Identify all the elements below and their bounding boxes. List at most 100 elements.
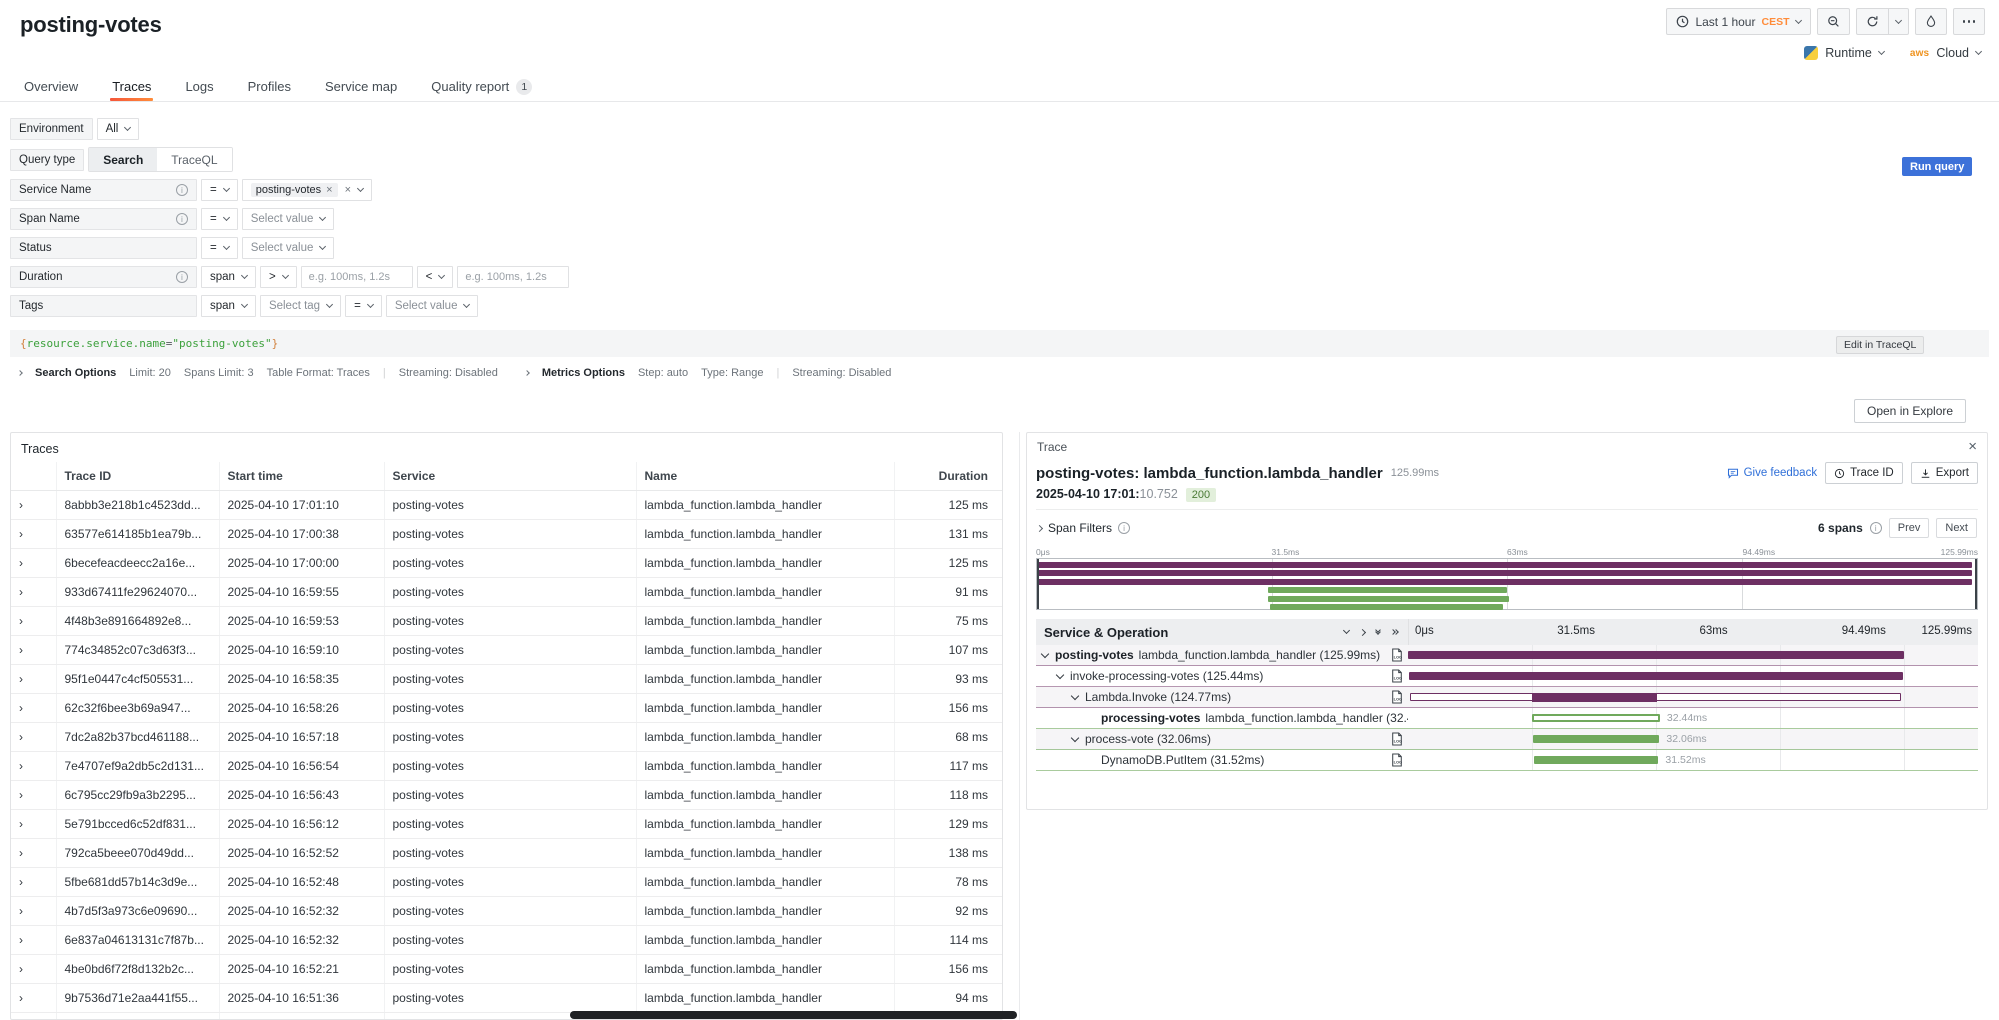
table-row[interactable]: ›9b7536d71e2aa441f55...2025-04-10 16:51:… [11,983,1002,1012]
span-row[interactable]: Lambda.Invoke (124.77ms)LOG [1036,687,1978,708]
table-row[interactable]: ›933d67411fe29624070...2025-04-10 16:59:… [11,577,1002,606]
service-name-value[interactable]: posting-votes × × [242,179,372,201]
trace-id-link[interactable]: 8abbb3e218b1c4523dd... [56,490,219,519]
next-span-button[interactable]: Next [1936,518,1977,538]
cloud-selector[interactable]: aws Cloud [1910,46,1981,60]
span-logs-icon[interactable]: LOG [1391,648,1408,662]
expand-one-icon[interactable] [1360,630,1365,635]
refresh-button[interactable] [1856,8,1889,35]
table-row[interactable]: ›7e4707ef9a2db5c2d131...2025-04-10 16:56… [11,751,1002,780]
query-type-traceql[interactable]: TraceQL [157,148,231,171]
collapse-all-icon[interactable] [1376,631,1380,634]
table-row[interactable]: ›792ca5beee070d49dd...2025-04-10 16:52:5… [11,838,1002,867]
column-header-start-time[interactable]: Start time [219,462,384,490]
trace-id-link[interactable]: 95f1e0447c4cf505531... [56,664,219,693]
span-logs-icon[interactable]: LOG [1391,732,1408,746]
chevron-right-icon[interactable] [524,370,530,376]
trace-id-link[interactable]: 62c32f6bee3b69a947... [56,693,219,722]
row-expander-icon[interactable]: › [11,780,56,809]
column-header-trace-id[interactable]: Trace ID [56,462,219,490]
row-expander-icon[interactable]: › [11,490,56,519]
search-options-title[interactable]: Search Options [35,367,116,379]
span-logs-icon[interactable]: LOG [1391,690,1408,704]
more-options-button[interactable] [1953,8,1986,35]
tab-profiles[interactable]: Profiles [246,72,293,101]
table-row[interactable]: ›62c32f6bee3b69a947...2025-04-10 16:58:2… [11,693,1002,722]
chip-remove-icon[interactable]: × [326,185,332,196]
environment-select[interactable]: All [97,118,140,140]
trace-minimap[interactable]: 0μs31.5ms63ms94.49ms125.99ms [1036,547,1978,610]
row-expander-icon[interactable]: › [11,954,56,983]
span-row[interactable]: process-vote (32.06ms)LOG32.06ms [1036,729,1978,750]
span-row[interactable]: invoke-processing-votes (125.44ms)LOG [1036,666,1978,687]
table-row[interactable]: ›774c34852c07c3d63f3...2025-04-10 16:59:… [11,635,1002,664]
trace-id-link[interactable]: 933d67411fe29624070... [56,577,219,606]
span-row[interactable]: DynamoDB.PutItem (31.52ms)LOG31.52ms [1036,750,1978,771]
span-duration-bar[interactable] [1534,756,1658,764]
span-duration-bar[interactable] [1533,735,1659,743]
chevron-right-icon[interactable] [1036,524,1043,531]
row-expander-icon[interactable]: › [11,664,56,693]
horizontal-scrollbar[interactable] [570,1011,1017,1019]
span-collapse-icon[interactable] [1071,692,1079,700]
row-expander-icon[interactable]: › [11,693,56,722]
tab-quality-report[interactable]: Quality report1 [429,72,534,101]
column-header-name[interactable]: Name [636,462,894,490]
span-collapse-icon[interactable] [1071,734,1079,742]
span-row[interactable]: processing-voteslambda_function.lambda_h… [1036,708,1978,729]
span-collapse-icon[interactable] [1041,650,1049,658]
trace-id-link[interactable]: 4be0bd6f72f8d132b2c... [56,954,219,983]
row-expander-icon[interactable]: › [11,548,56,577]
table-row[interactable]: ›5fbe681dd57b14c3d9e...2025-04-10 16:52:… [11,867,1002,896]
trace-id-link[interactable]: 63577e614185b1ea79b... [56,519,219,548]
column-header-duration[interactable]: Duration [894,462,1002,490]
tab-traces[interactable]: Traces [110,72,153,101]
prev-span-button[interactable]: Prev [1889,518,1930,538]
status-value[interactable]: Select value [242,237,335,259]
span-duration-bar[interactable] [1532,714,1660,722]
trace-id-link[interactable]: 9b7536d71e2aa441f55... [56,983,219,1012]
trace-id-link[interactable]: 6becefeacdeecc2a16e... [56,548,219,577]
close-icon[interactable]: × [1968,439,1977,454]
span-logs-icon[interactable]: LOG [1391,753,1408,767]
expand-all-icon[interactable] [1391,630,1398,634]
open-in-explore-button[interactable]: Open in Explore [1854,399,1966,423]
tags-key-select[interactable]: Select tag [260,295,341,317]
edit-in-traceql-button[interactable]: Edit in TraceQL [1836,336,1924,354]
span-duration-bar[interactable] [1409,672,1903,680]
minimap-right-handle[interactable] [1975,559,1977,609]
tags-operator[interactable]: = [345,295,382,317]
duration-scope-select[interactable]: span [201,266,256,288]
duration-min-input[interactable] [301,266,413,288]
tags-scope-select[interactable]: span [201,295,256,317]
metrics-options-title[interactable]: Metrics Options [542,367,625,379]
span-name-operator[interactable]: = [201,208,238,230]
trace-id-link[interactable]: 5fbe681dd57b14c3d9e... [56,867,219,896]
row-expander-icon[interactable]: › [11,519,56,548]
table-row[interactable]: ›4b7d5f3a973c6e09690...2025-04-10 16:52:… [11,896,1002,925]
row-expander-icon[interactable]: › [11,1012,56,1020]
table-row[interactable]: ›6becefeacdeecc2a16e...2025-04-10 17:00:… [11,548,1002,577]
trace-id-link[interactable]: 7dc2a82b37bcd461188... [56,722,219,751]
row-expander-icon[interactable]: › [11,722,56,751]
row-expander-icon[interactable]: › [11,606,56,635]
duration-lt-operator[interactable]: < [417,266,454,288]
span-row[interactable]: posting-voteslambda_function.lambda_hand… [1036,645,1978,666]
row-expander-icon[interactable]: › [11,983,56,1012]
trace-id-link[interactable]: 5e791bcced6c52df831... [56,809,219,838]
minimap-box[interactable] [1036,558,1978,610]
duration-gt-operator[interactable]: > [260,266,297,288]
span-name-value[interactable]: Select value [242,208,335,230]
table-row[interactable]: ›8abbb3e218b1c4523dd...2025-04-10 17:01:… [11,490,1002,519]
row-expander-icon[interactable]: › [11,577,56,606]
tab-overview[interactable]: Overview [22,72,80,101]
table-row[interactable]: ›6e837a04613131c7f87b...2025-04-10 16:52… [11,925,1002,954]
table-row[interactable]: ›5e791bcced6c52df831...2025-04-10 16:56:… [11,809,1002,838]
tab-logs[interactable]: Logs [183,72,215,101]
query-type-search[interactable]: Search [89,148,157,171]
row-expander-icon[interactable]: › [11,867,56,896]
trace-id-link[interactable]: 7e4707ef9a2db5c2d131... [56,751,219,780]
table-row[interactable]: ›4be0bd6f72f8d132b2c...2025-04-10 16:52:… [11,954,1002,983]
service-name-operator[interactable]: = [201,179,238,201]
trace-id-link[interactable]: 774c34852c07c3d63f3... [56,635,219,664]
